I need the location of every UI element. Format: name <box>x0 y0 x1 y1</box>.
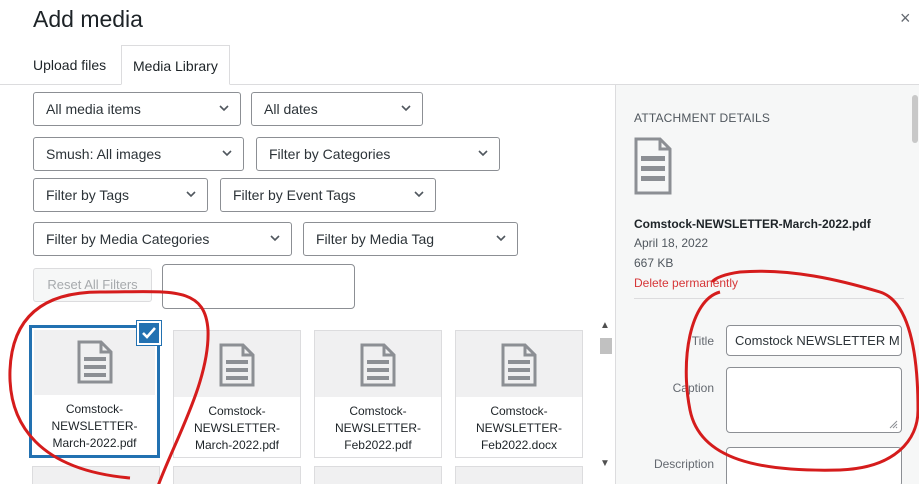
close-icon[interactable]: × <box>900 9 911 27</box>
smush-filter-label: Smush: All images <box>46 146 162 162</box>
selected-check[interactable] <box>137 321 161 345</box>
grid-scrollbar[interactable]: ▲ ▼ <box>596 318 612 474</box>
attachment-filename: Comstock- NEWSLETTER- Feb2022.pdf <box>315 397 441 457</box>
tags-filter[interactable]: Filter by Tags <box>33 178 208 212</box>
document-icon <box>77 340 112 384</box>
document-icon <box>634 137 672 195</box>
document-icon <box>360 343 396 387</box>
attachment-item[interactable]: Comstock- NEWSLETTER- March-2022.pdf <box>173 330 301 458</box>
chevron-down-icon <box>478 150 488 157</box>
tab-upload-files[interactable]: Upload files <box>22 45 117 85</box>
description-field[interactable] <box>726 447 902 484</box>
file-size: 667 KB <box>634 256 674 270</box>
media-type-filter[interactable]: All media items <box>33 92 241 126</box>
scroll-up-icon[interactable]: ▲ <box>600 320 610 331</box>
title-label: Title <box>691 334 714 348</box>
scrollbar-thumb[interactable] <box>600 338 612 354</box>
chevron-down-icon <box>496 235 506 242</box>
attachment-item-partial[interactable] <box>455 466 583 484</box>
event-tags-filter[interactable]: Filter by Event Tags <box>220 178 436 212</box>
caption-label: Caption <box>672 381 714 395</box>
search-input[interactable] <box>162 264 355 309</box>
details-divider <box>634 298 904 299</box>
chevron-down-icon <box>186 191 196 198</box>
attachment-filename: Comstock-NEWSLETTER-March-2022.pdf <box>174 397 300 457</box>
chevron-down-icon <box>270 235 280 242</box>
sidebar-scrollbar[interactable] <box>912 95 918 143</box>
tab-media-library[interactable]: Media Library <box>121 45 230 85</box>
attachment-item-partial[interactable] <box>32 466 160 484</box>
attachment-filename: Comstock-NEWSLETTER-March-2022.pdf <box>634 217 871 231</box>
attachment-filename: Comstock-NEWSLETTER-March-2022.pdf <box>32 395 157 455</box>
reset-filters-button[interactable]: Reset All Filters <box>33 268 152 302</box>
attachment-filename: Comstock- NEWSLETTER- Feb2022.docx <box>456 397 582 457</box>
attachment-details-heading: ATTACHMENT DETAILS <box>634 111 771 125</box>
scroll-down-icon[interactable]: ▼ <box>600 458 610 469</box>
categories-filter[interactable]: Filter by Categories <box>256 137 500 171</box>
checkmark-icon <box>142 327 156 339</box>
chevron-down-icon <box>401 105 411 112</box>
chevron-down-icon <box>222 150 232 157</box>
attachments-browser: All media items All dates Smush: All ima… <box>0 85 615 484</box>
upload-date: April 18, 2022 <box>634 236 709 250</box>
resize-grip-icon[interactable] <box>888 419 898 429</box>
media-tabs: Upload files Media Library <box>0 45 919 85</box>
attachment-item-partial[interactable] <box>173 466 301 484</box>
attachment-item[interactable]: Comstock- NEWSLETTER- Feb2022.docx <box>455 330 583 458</box>
categories-filter-label: Filter by Categories <box>269 146 391 162</box>
attachment-item[interactable]: Comstock- NEWSLETTER- Feb2022.pdf <box>314 330 442 458</box>
tags-filter-label: Filter by Tags <box>46 187 129 203</box>
attachment-item-partial[interactable] <box>314 466 442 484</box>
chevron-down-icon <box>414 191 424 198</box>
media-tag-filter[interactable]: Filter by Media Tag <box>303 222 518 256</box>
media-categories-filter[interactable]: Filter by Media Categories <box>33 222 292 256</box>
media-categories-filter-label: Filter by Media Categories <box>46 231 210 247</box>
chevron-down-icon <box>219 105 229 112</box>
date-filter[interactable]: All dates <box>251 92 423 126</box>
event-tags-filter-label: Filter by Event Tags <box>233 187 356 203</box>
media-type-filter-label: All media items <box>46 101 141 117</box>
document-icon <box>501 343 537 387</box>
caption-field[interactable] <box>726 367 902 433</box>
title-field[interactable]: Comstock NEWSLETTER M <box>726 325 902 356</box>
attachment-details-sidebar: ATTACHMENT DETAILS Comstock-NEWSLETTER-M… <box>615 85 919 484</box>
document-icon <box>219 343 255 387</box>
date-filter-label: All dates <box>264 101 318 117</box>
media-tag-filter-label: Filter by Media Tag <box>316 231 435 247</box>
modal-title: Add media <box>33 6 143 32</box>
description-label: Description <box>653 457 714 471</box>
smush-filter[interactable]: Smush: All images <box>33 137 244 171</box>
delete-permanently-link[interactable]: Delete permanently <box>634 276 738 290</box>
